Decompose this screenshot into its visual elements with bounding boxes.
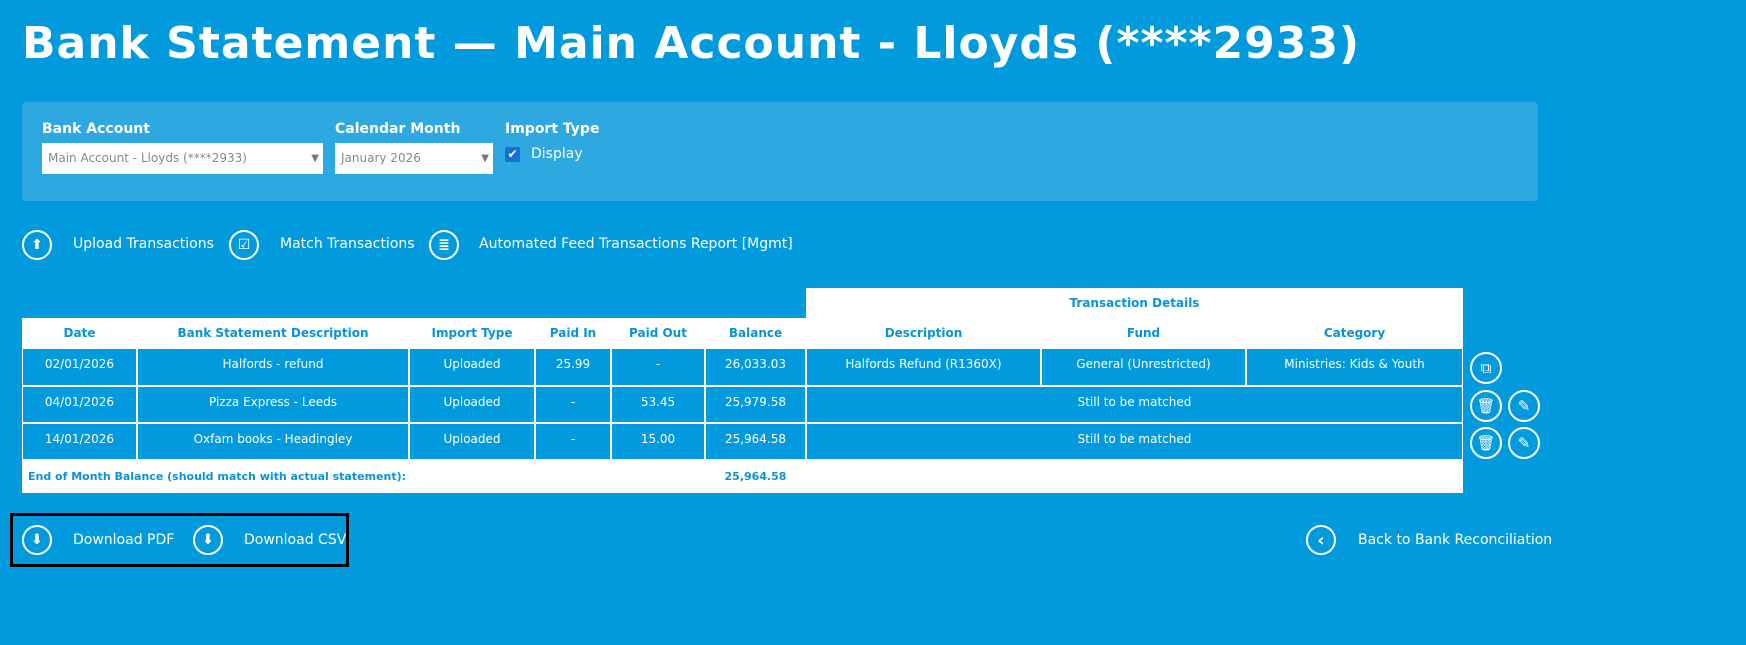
match-transactions-link[interactable]: Match Transactions (280, 236, 415, 252)
cell-paid-in: 25.99 (535, 348, 611, 386)
chevron-down-icon: ▼ (481, 153, 489, 164)
bank-account-select[interactable]: Main Account - Lloyds (****2933) ▼ (42, 143, 323, 174)
cell-import-type: Uploaded (409, 386, 535, 423)
end-balance-label: End of Month Balance (should match with … (22, 460, 705, 493)
cell-date: 14/01/2026 (22, 423, 137, 460)
col-category: Category (1246, 318, 1463, 348)
cell-paid-out: 53.45 (611, 386, 705, 423)
cell-paid-in: - (535, 423, 611, 460)
bank-account-label: Bank Account (42, 121, 150, 137)
upload-icon[interactable]: ⬆ (22, 230, 52, 260)
cell-category: Ministries: Kids & Youth (1246, 348, 1463, 386)
cell-tx-description: Halfords Refund (R1360X) (806, 348, 1041, 386)
cell-import-type: Uploaded (409, 348, 535, 386)
unmatch-icon[interactable]: ⧉ (1470, 352, 1502, 384)
transactions-table: Transaction Details Date Bank Statement … (22, 288, 1463, 493)
col-import-type: Import Type (409, 318, 535, 348)
cell-paid-out: 15.00 (611, 423, 705, 460)
cell-import-type: Uploaded (409, 423, 535, 460)
end-balance-value: 25,964.58 (705, 460, 806, 493)
download-pdf-link[interactable]: Download PDF (73, 532, 174, 548)
cell-balance: 25,964.58 (705, 423, 806, 460)
col-fund: Fund (1041, 318, 1246, 348)
display-checkbox[interactable]: ✔ (505, 147, 520, 162)
cell-balance: 25,979.58 (705, 386, 806, 423)
col-paid-out: Paid Out (611, 318, 705, 348)
edit-icon[interactable]: ✎ (1508, 427, 1540, 459)
chevron-down-icon: ▼ (311, 153, 319, 164)
cell-description: Oxfam books - Headingley (137, 423, 409, 460)
delete-icon[interactable]: 🗑 (1470, 427, 1502, 459)
cell-paid-out: - (611, 348, 705, 386)
chevron-left-icon[interactable]: ‹ (1306, 525, 1336, 555)
cell-date: 02/01/2026 (22, 348, 137, 386)
delete-icon[interactable]: 🗑 (1470, 390, 1502, 422)
col-tx-description: Description (806, 318, 1041, 348)
import-type-label: Import Type (505, 121, 600, 137)
footer-row: End of Month Balance (should match with … (22, 460, 1463, 493)
table-row: 14/01/2026 Oxfam books - Headingley Uplo… (22, 423, 1463, 460)
month-label: Calendar Month (335, 121, 461, 137)
download-icon[interactable]: ⬇ (193, 525, 223, 555)
report-icon[interactable]: ≣ (429, 230, 459, 260)
cell-description: Halfords - refund (137, 348, 409, 386)
cell-balance: 26,033.03 (705, 348, 806, 386)
month-value: January 2026 (341, 151, 421, 165)
back-link[interactable]: Back to Bank Reconciliation (1358, 532, 1552, 548)
display-label: Display (531, 146, 583, 162)
table-row: 02/01/2026 Halfords - refund Uploaded 25… (22, 348, 1463, 386)
cell-date: 04/01/2026 (22, 386, 137, 423)
cell-paid-in: - (535, 386, 611, 423)
table-row: 04/01/2026 Pizza Express - Leeds Uploade… (22, 386, 1463, 423)
page-title: Bank Statement — Main Account - Lloyds (… (22, 18, 1361, 69)
cell-description: Pizza Express - Leeds (137, 386, 409, 423)
col-paid-in: Paid In (535, 318, 611, 348)
bank-account-value: Main Account - Lloyds (****2933) (48, 151, 247, 165)
col-description: Bank Statement Description (137, 318, 409, 348)
feed-report-link[interactable]: Automated Feed Transactions Report [Mgmt… (479, 236, 793, 252)
col-date: Date (22, 318, 137, 348)
upload-transactions-link[interactable]: Upload Transactions (73, 236, 214, 252)
edit-icon[interactable]: ✎ (1508, 390, 1540, 422)
month-select[interactable]: January 2026 ▼ (335, 143, 493, 174)
cell-match-status: Still to be matched (806, 386, 1463, 423)
download-csv-link[interactable]: Download CSV (244, 532, 346, 548)
header-row: Date Bank Statement Description Import T… (22, 318, 1463, 348)
col-balance: Balance (705, 318, 806, 348)
download-icon[interactable]: ⬇ (22, 525, 52, 555)
transaction-details-header: Transaction Details (806, 288, 1463, 318)
cell-match-status: Still to be matched (806, 423, 1463, 460)
match-icon[interactable]: ☑ (229, 230, 259, 260)
cell-fund: General (Unrestricted) (1041, 348, 1246, 386)
